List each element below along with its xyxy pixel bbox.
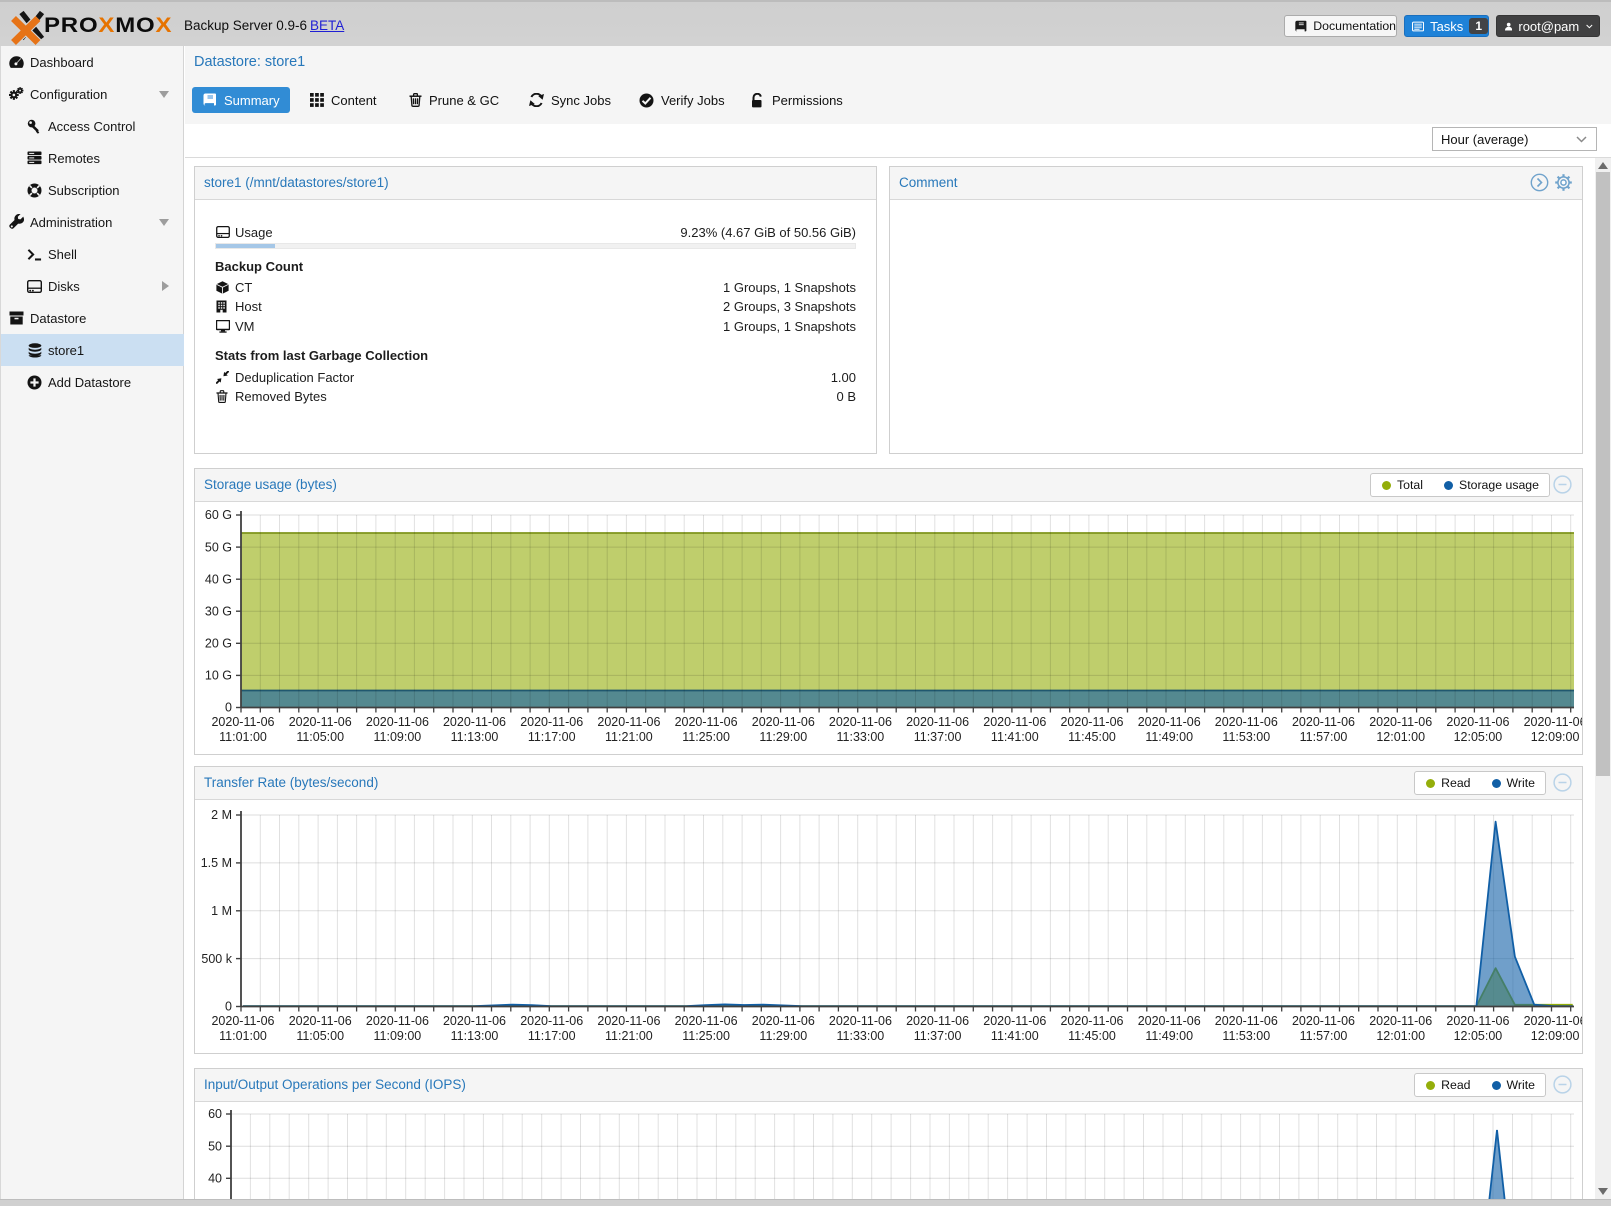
svg-text:2020-11-06: 2020-11-06 bbox=[906, 1014, 969, 1028]
svg-text:11:53:00: 11:53:00 bbox=[1222, 730, 1270, 744]
svg-text:2020-11-06: 2020-11-06 bbox=[906, 715, 969, 729]
svg-text:2020-11-06: 2020-11-06 bbox=[752, 715, 815, 729]
svg-text:12:09:00: 12:09:00 bbox=[1531, 730, 1580, 744]
svg-text:2020-11-06: 2020-11-06 bbox=[983, 1014, 1046, 1028]
svg-text:2020-11-06: 2020-11-06 bbox=[1292, 715, 1355, 729]
svg-text:11:25:00: 11:25:00 bbox=[682, 1029, 730, 1043]
svg-text:40 G: 40 G bbox=[205, 572, 232, 586]
svg-text:2020-11-06: 2020-11-06 bbox=[1060, 1014, 1123, 1028]
svg-text:11:37:00: 11:37:00 bbox=[914, 730, 962, 744]
svg-text:2020-11-06: 2020-11-06 bbox=[829, 715, 892, 729]
svg-text:2020-11-06: 2020-11-06 bbox=[520, 1014, 583, 1028]
svg-text:11:41:00: 11:41:00 bbox=[991, 730, 1039, 744]
svg-text:11:49:00: 11:49:00 bbox=[1145, 1029, 1193, 1043]
svg-text:11:53:00: 11:53:00 bbox=[1222, 1029, 1270, 1043]
svg-text:11:25:00: 11:25:00 bbox=[682, 730, 730, 744]
svg-text:11:09:00: 11:09:00 bbox=[374, 730, 422, 744]
svg-text:11:49:00: 11:49:00 bbox=[1145, 730, 1193, 744]
svg-text:2020-11-06: 2020-11-06 bbox=[1369, 1014, 1432, 1028]
svg-text:2020-11-06: 2020-11-06 bbox=[1215, 715, 1278, 729]
svg-text:11:09:00: 11:09:00 bbox=[374, 1029, 422, 1043]
svg-text:2020-11-06: 2020-11-06 bbox=[983, 715, 1046, 729]
svg-text:500 k: 500 k bbox=[201, 952, 232, 966]
svg-text:2020-11-06: 2020-11-06 bbox=[366, 715, 429, 729]
svg-text:2020-11-06: 2020-11-06 bbox=[1292, 1014, 1355, 1028]
svg-text:2020-11-06: 2020-11-06 bbox=[1446, 1014, 1509, 1028]
svg-text:1.5 M: 1.5 M bbox=[201, 856, 232, 870]
svg-text:11:01:00: 11:01:00 bbox=[219, 1029, 267, 1043]
svg-text:2020-11-06: 2020-11-06 bbox=[752, 1014, 815, 1028]
svg-text:2020-11-06: 2020-11-06 bbox=[289, 1014, 352, 1028]
svg-text:1 M: 1 M bbox=[211, 904, 232, 918]
svg-text:11:33:00: 11:33:00 bbox=[837, 1029, 885, 1043]
svg-text:2020-11-06: 2020-11-06 bbox=[1524, 715, 1582, 729]
svg-text:11:29:00: 11:29:00 bbox=[759, 1029, 807, 1043]
svg-text:11:33:00: 11:33:00 bbox=[837, 730, 885, 744]
svg-text:11:21:00: 11:21:00 bbox=[605, 730, 653, 744]
svg-text:11:45:00: 11:45:00 bbox=[1068, 1029, 1116, 1043]
svg-text:11:29:00: 11:29:00 bbox=[759, 730, 807, 744]
svg-text:2020-11-06: 2020-11-06 bbox=[289, 715, 352, 729]
svg-text:2020-11-06: 2020-11-06 bbox=[520, 715, 583, 729]
svg-text:2020-11-06: 2020-11-06 bbox=[1524, 1014, 1582, 1028]
svg-text:20 G: 20 G bbox=[205, 637, 232, 651]
svg-text:2020-11-06: 2020-11-06 bbox=[1446, 715, 1509, 729]
svg-text:2020-11-06: 2020-11-06 bbox=[443, 1014, 506, 1028]
svg-text:2020-11-06: 2020-11-06 bbox=[211, 715, 274, 729]
svg-text:11:17:00: 11:17:00 bbox=[528, 730, 576, 744]
svg-text:60 G: 60 G bbox=[205, 508, 232, 522]
svg-text:11:05:00: 11:05:00 bbox=[296, 730, 344, 744]
svg-text:2020-11-06: 2020-11-06 bbox=[675, 1014, 738, 1028]
svg-text:12:05:00: 12:05:00 bbox=[1454, 730, 1503, 744]
svg-text:11:01:00: 11:01:00 bbox=[219, 730, 267, 744]
svg-text:11:57:00: 11:57:00 bbox=[1300, 1029, 1348, 1043]
svg-text:2020-11-06: 2020-11-06 bbox=[443, 715, 506, 729]
svg-text:2020-11-06: 2020-11-06 bbox=[366, 1014, 429, 1028]
svg-text:50: 50 bbox=[208, 1139, 222, 1153]
svg-text:11:41:00: 11:41:00 bbox=[991, 1029, 1039, 1043]
svg-text:2020-11-06: 2020-11-06 bbox=[211, 1014, 274, 1028]
svg-text:30 G: 30 G bbox=[205, 605, 232, 619]
svg-text:11:21:00: 11:21:00 bbox=[605, 1029, 653, 1043]
svg-text:0: 0 bbox=[225, 1000, 232, 1014]
svg-text:50 G: 50 G bbox=[205, 540, 232, 554]
svg-text:2020-11-06: 2020-11-06 bbox=[675, 715, 738, 729]
svg-text:12:01:00: 12:01:00 bbox=[1376, 730, 1425, 744]
svg-text:12:05:00: 12:05:00 bbox=[1454, 1029, 1503, 1043]
svg-text:2020-11-06: 2020-11-06 bbox=[829, 1014, 892, 1028]
svg-text:2020-11-06: 2020-11-06 bbox=[1060, 715, 1123, 729]
svg-text:40: 40 bbox=[208, 1172, 222, 1186]
svg-text:10 G: 10 G bbox=[205, 669, 232, 683]
svg-text:11:13:00: 11:13:00 bbox=[451, 1029, 499, 1043]
svg-text:2020-11-06: 2020-11-06 bbox=[1138, 715, 1201, 729]
svg-text:2020-11-06: 2020-11-06 bbox=[597, 715, 660, 729]
svg-text:11:37:00: 11:37:00 bbox=[914, 1029, 962, 1043]
svg-text:2020-11-06: 2020-11-06 bbox=[1215, 1014, 1278, 1028]
svg-text:0: 0 bbox=[225, 701, 232, 715]
svg-text:11:17:00: 11:17:00 bbox=[528, 1029, 576, 1043]
svg-text:11:45:00: 11:45:00 bbox=[1068, 730, 1116, 744]
svg-text:12:01:00: 12:01:00 bbox=[1376, 1029, 1425, 1043]
svg-text:11:05:00: 11:05:00 bbox=[296, 1029, 344, 1043]
svg-text:2020-11-06: 2020-11-06 bbox=[597, 1014, 660, 1028]
svg-text:60: 60 bbox=[208, 1107, 222, 1121]
svg-text:2020-11-06: 2020-11-06 bbox=[1138, 1014, 1201, 1028]
svg-text:11:57:00: 11:57:00 bbox=[1300, 730, 1348, 744]
svg-text:2 M: 2 M bbox=[211, 808, 232, 822]
svg-text:12:09:00: 12:09:00 bbox=[1531, 1029, 1580, 1043]
svg-text:11:13:00: 11:13:00 bbox=[451, 730, 499, 744]
svg-text:2020-11-06: 2020-11-06 bbox=[1369, 715, 1432, 729]
